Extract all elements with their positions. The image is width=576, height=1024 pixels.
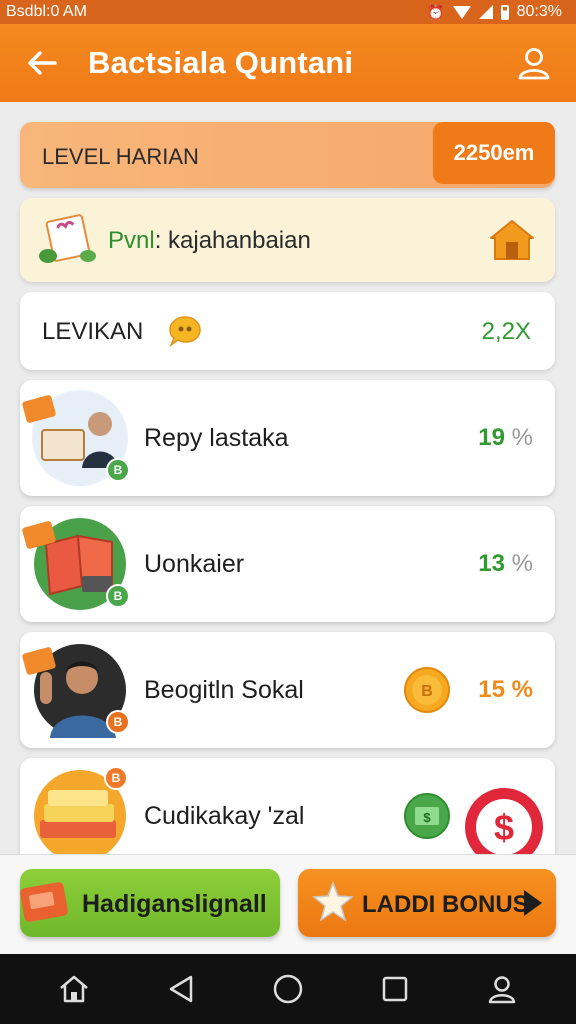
bonus-button[interactable]: LADDI BONUS <box>298 869 556 937</box>
play-arrow-icon <box>524 890 542 916</box>
app-bar: Bactsiala Quntani <box>0 24 576 102</box>
profile-button[interactable] <box>514 43 554 83</box>
dollar-icon[interactable]: $ <box>463 786 545 854</box>
left-action-button[interactable]: Hadiganslignall <box>20 869 280 937</box>
item-name: Uonkaier <box>144 550 245 578</box>
back-button[interactable] <box>22 43 62 83</box>
item-percentage: 19 % <box>478 424 533 452</box>
coin-badge-icon: B <box>106 584 130 608</box>
battery-level: 80:3% <box>516 3 562 20</box>
promo-text-rest: : kajahanbaian <box>154 227 311 254</box>
item-percentage: 15 % <box>478 676 533 704</box>
system-nav-bar <box>0 954 576 1024</box>
item-value-number: 19 <box>478 424 505 451</box>
bonus-label: LADDI BONUS <box>362 891 529 918</box>
item-value-number: 15 <box>478 676 505 703</box>
list-item[interactable]: B Uonkaier 13 % <box>20 506 555 622</box>
item-value-unit: % <box>511 676 533 703</box>
back-arrow-icon <box>28 51 57 75</box>
coin-badge-icon: B <box>104 766 128 790</box>
alarm-icon: ⏰ <box>427 3 445 20</box>
level-value-badge: 2250em <box>433 122 555 184</box>
item-thumbnail: B <box>32 766 128 854</box>
house-icon[interactable] <box>489 218 535 262</box>
coin-badge-icon: B <box>106 710 130 734</box>
square-recents-icon <box>382 976 408 1002</box>
gift-card-icon <box>39 214 96 263</box>
item-name: Repy lastaka <box>144 424 289 452</box>
left-action-label: Hadiganslignall <box>82 890 267 918</box>
battery-icon <box>500 4 509 20</box>
svg-text:$: $ <box>494 807 514 848</box>
promo-text-highlight: Pvnl <box>108 227 155 254</box>
status-bar: Bsdbl:0 AM ⏰ 80:3% <box>0 0 576 24</box>
signal-icon <box>478 5 493 19</box>
gift-icon <box>20 882 68 922</box>
svg-text:$: $ <box>423 810 431 825</box>
item-name: Cudikakay 'zal <box>144 802 305 830</box>
page-title: Bactsiala Quntani <box>88 45 354 80</box>
item-value-unit: % <box>511 424 533 451</box>
profile-icon <box>518 48 550 80</box>
svg-text:B: B <box>421 683 433 700</box>
item-name: Beogitln Sokal <box>144 676 304 704</box>
nav-home-circle-button[interactable] <box>266 967 310 1011</box>
list-item[interactable]: B Repy lastaka 19 % <box>20 380 555 496</box>
coin-icon[interactable]: B <box>403 666 451 714</box>
bottom-action-bar: Hadiganslignall LADDI BONUS <box>0 854 576 954</box>
item-thumbnail: B <box>21 516 130 612</box>
wifi-icon <box>452 5 471 19</box>
chat-bubble-icon <box>169 316 201 348</box>
item-percentage: 13 % <box>478 550 533 578</box>
status-time: Bsdbl:0 AM <box>6 3 87 20</box>
money-icon[interactable]: $ <box>403 792 451 840</box>
level-label: LEVEL HARIAN <box>42 144 199 169</box>
nav-home-button[interactable] <box>52 967 96 1011</box>
item-value-number: 13 <box>478 550 505 577</box>
multiplier-value: 2,2X <box>481 318 531 345</box>
daily-level-card[interactable]: LEVEL HARIAN 2250em <box>20 122 555 188</box>
status-icons: ⏰ 80:3% <box>427 3 562 21</box>
levikan-label: LEVIKAN <box>42 318 144 345</box>
star-icon <box>312 881 354 922</box>
main-content: LEVEL HARIAN 2250em Pvnl: kajahanbaian L… <box>0 102 576 854</box>
nav-recents-button[interactable] <box>373 967 417 1011</box>
list-item[interactable]: B Beogitln Sokal B 15 % <box>20 632 555 748</box>
promo-text: Pvnl: kajahanbaian <box>108 227 311 255</box>
levikan-card[interactable]: LEVIKAN 2,2X <box>20 292 555 370</box>
list-item[interactable]: B Cudikakay 'zal $ $ <box>20 758 555 854</box>
circle-home-icon <box>273 974 303 1004</box>
nav-back-button[interactable] <box>159 967 203 1011</box>
item-thumbnail: B <box>21 390 130 486</box>
promo-card[interactable]: Pvnl: kajahanbaian <box>20 198 555 282</box>
item-value-unit: % <box>511 550 533 577</box>
coin-badge-icon: B <box>106 458 130 482</box>
triangle-back-icon <box>169 975 193 1003</box>
item-thumbnail: B <box>21 642 130 738</box>
user-icon <box>489 976 516 1004</box>
home-icon <box>59 975 88 1003</box>
nav-profile-button[interactable] <box>480 967 524 1011</box>
